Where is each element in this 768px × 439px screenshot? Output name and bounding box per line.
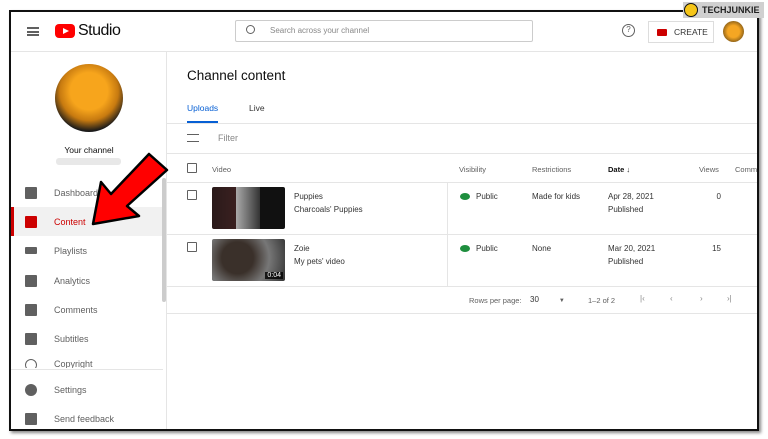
sidebar-item-send-feedback[interactable]: Send feedback: [11, 404, 163, 429]
date-value: Mar 20, 2021: [608, 244, 656, 253]
video-camera-icon: [657, 28, 667, 36]
sidebar-item-analytics[interactable]: Analytics: [11, 266, 163, 295]
nav-label: Copyright: [54, 359, 93, 368]
search-input[interactable]: Search across your channel: [235, 20, 533, 42]
sort-arrow-down-icon: ↓: [626, 165, 631, 174]
video-duration: 0:04: [265, 272, 283, 279]
status-value: Published: [608, 257, 644, 266]
next-page-icon[interactable]: ›: [700, 294, 703, 303]
column-views: Views: [699, 165, 719, 174]
sidebar-item-comments[interactable]: Comments: [11, 295, 163, 324]
channel-avatar[interactable]: [55, 64, 123, 132]
studio-logo-text: Studio: [78, 22, 121, 39]
views-value: 0: [716, 192, 721, 201]
divider: [167, 182, 757, 183]
create-label: CREATE: [674, 27, 708, 37]
create-button[interactable]: CREATE: [648, 21, 714, 43]
column-video: Video: [212, 165, 232, 174]
page-title: Channel content: [187, 68, 286, 83]
last-page-icon[interactable]: ›|: [727, 294, 732, 303]
feedback-icon: [25, 412, 37, 425]
divider: [167, 123, 757, 124]
column-comments: Comm: [735, 165, 758, 174]
filter-icon[interactable]: [187, 134, 199, 142]
visibility-value[interactable]: Public: [476, 244, 498, 253]
search-placeholder: Search across your channel: [270, 26, 370, 35]
video-thumbnail[interactable]: [212, 187, 285, 229]
watermark-text: TECHJUNKIE: [702, 5, 760, 15]
search-icon: [246, 25, 255, 34]
content-icon: [25, 215, 37, 228]
column-visibility: Visibility: [459, 165, 486, 174]
techjunkie-watermark: TECHJUNKIE: [683, 2, 764, 18]
youtube-logo-icon[interactable]: [55, 24, 75, 38]
filter-input[interactable]: Filter: [218, 133, 238, 143]
divider: [167, 286, 757, 287]
sidebar: Your channel Dashboard Content Playlists…: [11, 52, 167, 429]
tab-uploads[interactable]: Uploads: [187, 103, 219, 123]
divider: [447, 235, 448, 286]
nav-label: Settings: [54, 384, 87, 395]
nav-label: Comments: [54, 304, 98, 315]
column-date[interactable]: Date ↓: [608, 165, 630, 174]
divider: [447, 183, 448, 235]
sidebar-item-subtitles[interactable]: Subtitles: [11, 324, 163, 353]
rows-per-page-select[interactable]: 30 ▼: [530, 295, 565, 304]
help-icon[interactable]: ?: [622, 24, 635, 37]
restrictions-value: None: [532, 244, 552, 253]
row-checkbox[interactable]: [187, 190, 197, 200]
sidebar-item-playlists[interactable]: Playlists: [11, 236, 163, 265]
video-title[interactable]: Zoie: [294, 244, 310, 253]
select-all-checkbox[interactable]: [187, 163, 197, 173]
techjunkie-logo-icon: [684, 3, 698, 17]
video-thumbnail[interactable]: 0:04: [212, 239, 285, 281]
video-title[interactable]: Puppies: [294, 192, 323, 201]
sidebar-item-settings[interactable]: Settings: [11, 375, 163, 404]
page-range: 1–2 of 2: [588, 296, 616, 305]
first-page-icon[interactable]: |‹: [640, 294, 645, 303]
visibility-value[interactable]: Public: [476, 192, 498, 201]
nav-label: Send feedback: [54, 413, 115, 424]
nav-label: Subtitles: [54, 333, 89, 344]
video-description: My pets' video: [294, 257, 345, 266]
dropdown-arrow-icon: ▼: [558, 298, 565, 304]
restrictions-value: Made for kids: [532, 192, 581, 201]
divider: [167, 313, 757, 314]
account-avatar[interactable]: [723, 21, 744, 42]
divider: [167, 153, 757, 154]
video-description: Charcoals' Puppies: [294, 205, 363, 214]
nav-label: Analytics: [54, 275, 91, 286]
status-value: Published: [608, 205, 644, 214]
date-value: Apr 28, 2021: [608, 192, 654, 201]
analytics-icon: [25, 274, 37, 287]
sidebar-item-copyright[interactable]: Copyright: [11, 352, 163, 368]
red-arrow-annotation: [91, 152, 169, 226]
dashboard-icon: [25, 186, 37, 199]
subtitles-icon: [25, 332, 37, 345]
divider: [11, 369, 163, 370]
previous-page-icon[interactable]: ‹: [670, 294, 673, 303]
menu-icon[interactable]: [27, 27, 39, 36]
eye-icon: [460, 193, 470, 200]
column-restrictions: Restrictions: [532, 165, 572, 174]
top-bar: Studio Search across your channel ? CREA…: [11, 12, 757, 52]
eye-icon: [460, 245, 470, 252]
nav-label: Playlists: [54, 245, 88, 256]
gear-icon: [25, 383, 37, 396]
copyright-icon: [25, 359, 37, 368]
row-checkbox[interactable]: [187, 242, 197, 252]
playlists-icon: [25, 247, 37, 254]
tab-live[interactable]: Live: [249, 103, 265, 113]
views-value: 15: [712, 244, 721, 253]
comments-icon: [25, 303, 37, 316]
app-window: Studio Search across your channel ? CREA…: [9, 10, 759, 431]
rows-per-page-label: Rows per page:: [469, 296, 522, 305]
nav-label: Content: [54, 216, 86, 227]
divider: [167, 234, 757, 235]
